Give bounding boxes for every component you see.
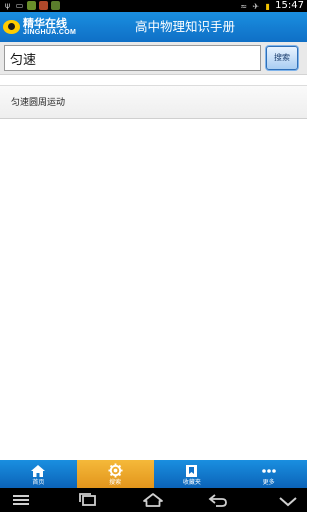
status-right-icons: ≈ ✈ ▮ 15:47 (239, 0, 304, 12)
tab-home[interactable]: 首页 (0, 460, 77, 488)
app-icon-3 (51, 1, 60, 10)
back-icon[interactable] (206, 492, 230, 508)
menu-icon[interactable] (10, 492, 34, 508)
gear-icon (107, 463, 123, 478)
tab-search-label: 搜索 (109, 479, 122, 486)
search-area: 搜索 (0, 42, 307, 75)
status-left-icons: ψ ▭ (3, 1, 60, 10)
status-time: 15:47 (275, 0, 304, 11)
app-icon-2 (39, 1, 48, 10)
more-icon (261, 463, 277, 478)
tab-home-label: 首页 (32, 479, 45, 486)
logo-text-cn: 精华在线 (23, 17, 67, 30)
search-input[interactable] (4, 45, 261, 71)
screen-icon: ▭ (15, 1, 24, 10)
home-nav-icon[interactable] (141, 492, 165, 508)
page-title: 高中物理知识手册 (134, 19, 235, 34)
status-bar: ψ ▭ ≈ ✈ ▮ 15:47 (0, 0, 307, 12)
app-header: 精华在线 JINGHUA.COM 高中物理知识手册 (0, 12, 307, 42)
system-nav-bar (0, 488, 307, 512)
bookmark-icon (184, 463, 200, 478)
keyboard-down-icon[interactable] (276, 492, 300, 508)
tab-more[interactable]: 更多 (230, 460, 307, 488)
logo-text-en: JINGHUA.COM (23, 29, 77, 36)
usb-icon: ψ (4, 1, 11, 10)
tab-search[interactable]: 搜索 (76, 460, 154, 488)
list-item[interactable]: 匀速圆周运动 (0, 85, 307, 119)
app-icon-1 (27, 1, 36, 10)
home-icon (30, 463, 46, 478)
search-button[interactable]: 搜索 (266, 46, 298, 70)
app-logo: 精华在线 JINGHUA.COM (3, 14, 76, 40)
logo-eye-icon (3, 20, 20, 34)
bottom-tab-bar: 首页 搜索 收藏夹 更多 (0, 460, 307, 488)
airplane-icon: ✈ (252, 1, 260, 11)
tab-more-label: 更多 (262, 479, 275, 486)
tab-favorites-label: 收藏夹 (182, 479, 201, 486)
battery-icon: ▮ (265, 1, 270, 11)
tab-favorites[interactable]: 收藏夹 (154, 460, 231, 488)
results-list: 匀速圆周运动 (0, 85, 307, 119)
recent-apps-icon[interactable] (77, 492, 101, 508)
wifi-icon: ≈ (240, 1, 248, 11)
